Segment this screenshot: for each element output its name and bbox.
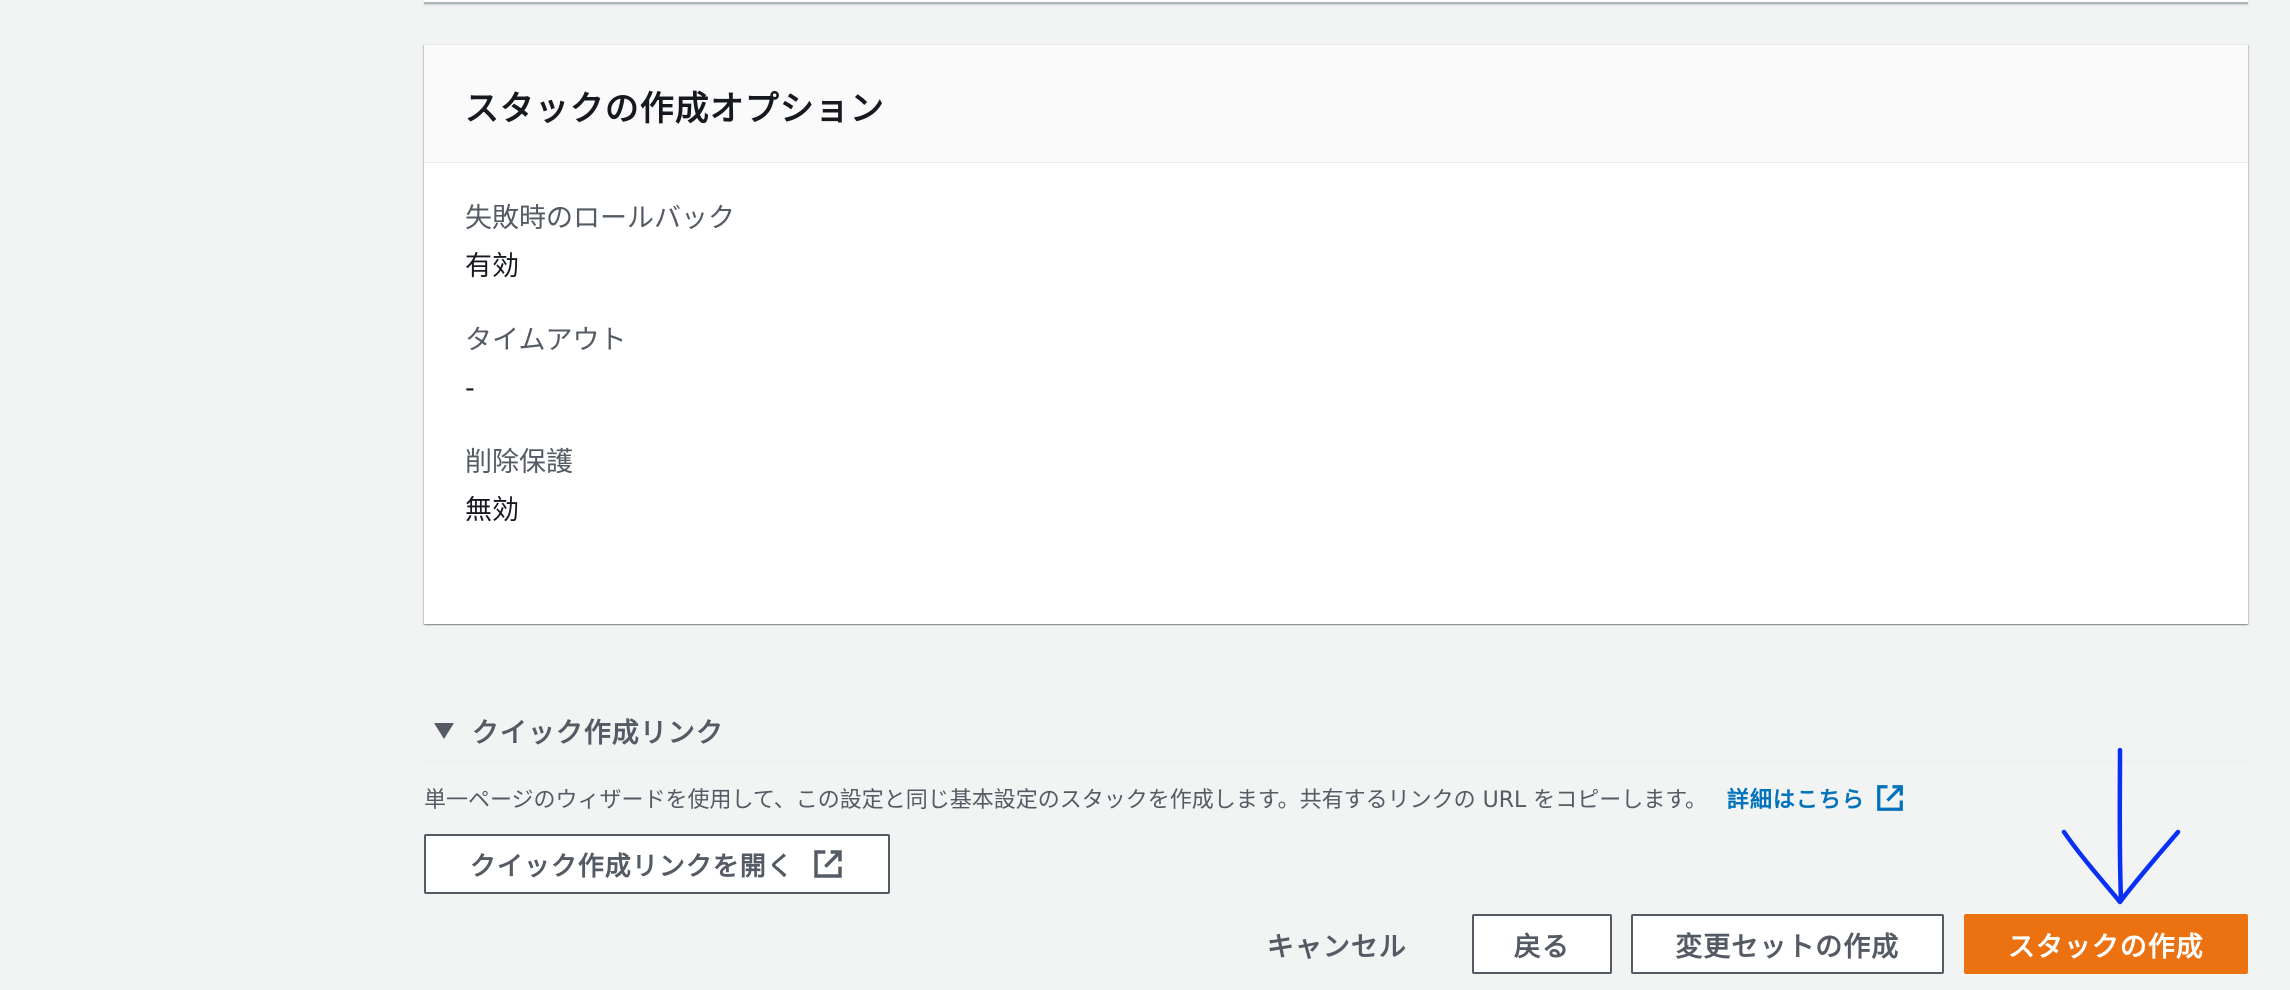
field-value: - bbox=[465, 373, 475, 404]
panel-title: スタックの作成オプション bbox=[465, 89, 885, 129]
learn-more-label: 詳細はこちら bbox=[1727, 788, 1866, 813]
field-value: 有効 bbox=[465, 251, 519, 282]
panel-header: スタックの作成オプション bbox=[424, 45, 2248, 163]
create-stack-button[interactable]: スタックの作成 bbox=[1964, 914, 2248, 974]
rollback-on-failure-field: 失敗時のロールバック 有効 bbox=[465, 197, 2208, 289]
quick-create-description: 単一ページのウィザードを使用して、この設定と同じ基本設定のスタックを作成します。… bbox=[424, 788, 1708, 813]
field-label: 削除保護 bbox=[465, 447, 573, 478]
field-label: 失敗時のロールバック bbox=[465, 203, 735, 234]
create-changeset-button[interactable]: 変更セットの作成 bbox=[1631, 914, 1944, 974]
learn-more-link[interactable]: 詳細はこちら bbox=[1727, 782, 1905, 814]
panel-body: 失敗時のロールバック 有効 タイムアウト - 削除保護 無効 bbox=[424, 163, 2248, 533]
stack-creation-options-panel: スタックの作成オプション 失敗時のロールバック 有効 タイムアウト - 削除保護… bbox=[424, 44, 2248, 624]
field-value: 無効 bbox=[465, 495, 519, 526]
quick-create-title: クイック作成リンク bbox=[472, 718, 724, 749]
cancel-button[interactable]: キャンセル bbox=[1248, 914, 1426, 974]
quick-create-description-row: 単一ページのウィザードを使用して、この設定と同じ基本設定のスタックを作成します。… bbox=[424, 782, 2248, 814]
annotation-arrow bbox=[2061, 748, 2181, 905]
field-label: タイムアウト bbox=[465, 325, 627, 356]
open-quick-create-link-button[interactable]: クイック作成リンクを開く bbox=[424, 834, 890, 894]
external-link-icon bbox=[1877, 785, 1903, 811]
previous-panel-edge bbox=[424, 0, 2248, 4]
quick-create-toggle[interactable]: クイック作成リンク bbox=[424, 700, 2248, 762]
quick-create-link-section: クイック作成リンク 単一ページのウィザードを使用して、この設定と同じ基本設定のス… bbox=[424, 700, 2248, 814]
external-link-icon bbox=[814, 850, 842, 878]
open-quick-create-link-label: クイック作成リンクを開く bbox=[469, 851, 794, 882]
triangle-down-icon bbox=[434, 722, 454, 739]
timeout-field: タイムアウト - bbox=[465, 319, 2208, 411]
back-button[interactable]: 戻る bbox=[1472, 914, 1612, 974]
termination-protection-field: 削除保護 無効 bbox=[465, 441, 2208, 533]
